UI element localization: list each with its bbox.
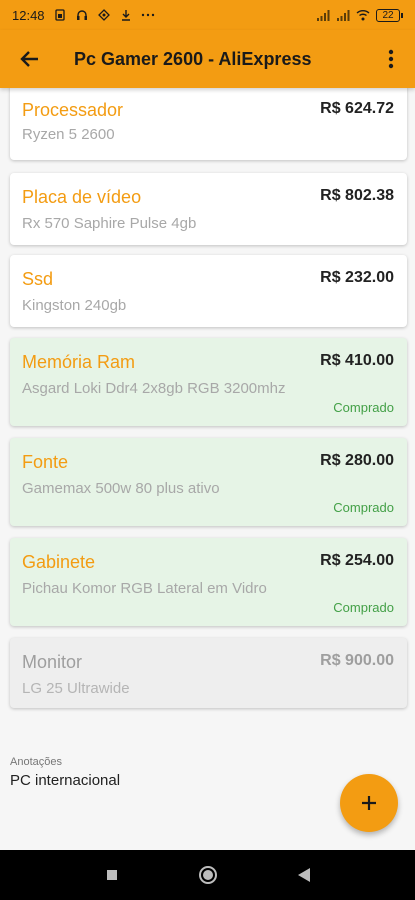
item-name: Placa de vídeo [22, 187, 142, 207]
item-price: R$ 900.00 [320, 652, 394, 669]
item-price: R$ 410.00 [320, 352, 394, 369]
status-bar: 12:48 22 [0, 0, 415, 30]
item-description: Kingston 240gb [22, 297, 127, 314]
home-circle-icon[interactable] [193, 860, 223, 890]
item-name: Memória Ram [22, 352, 136, 372]
item-description: Asgard Loki Ddr4 2x8gb RGB 3200mhz [22, 380, 286, 397]
item-price: R$ 232.00 [320, 269, 394, 286]
list-item-fonte[interactable]: Fonte R$ 280.00 Gamemax 500w 80 plus ati… [10, 438, 407, 526]
item-description: Pichau Komor RGB Lateral em Vidro [22, 580, 267, 597]
status-time: 12:48 [12, 7, 45, 23]
item-price: R$ 802.38 [320, 187, 394, 204]
recents-square-icon[interactable] [97, 860, 127, 890]
notes-value: PC internacional [10, 772, 121, 789]
signal-2-icon [336, 8, 350, 22]
item-name: Monitor [22, 652, 83, 672]
list-item-memoria-ram[interactable]: Memória Ram R$ 410.00 Asgard Loki Ddr4 2… [10, 338, 407, 426]
status-bar-right: 22 [316, 8, 403, 22]
more-dots-icon [141, 8, 155, 22]
item-price: R$ 254.00 [320, 552, 394, 569]
plus-icon [362, 796, 376, 810]
page-title: Pc Gamer 2600 - AliExpress [74, 48, 312, 69]
list-item-monitor[interactable]: Monitor R$ 900.00 LG 25 Ultrawide [10, 638, 407, 708]
overflow-menu-icon[interactable] [377, 45, 405, 73]
purchased-badge: Comprado [333, 600, 394, 615]
status-bar-left: 12:48 [12, 8, 155, 23]
notes-label: Anotações [10, 756, 62, 768]
signal-icon [316, 8, 330, 22]
sim-icon [53, 8, 67, 22]
back-triangle-icon[interactable] [289, 860, 319, 890]
battery-icon: 22 [376, 8, 403, 22]
system-nav-bar [0, 850, 415, 900]
add-item-button[interactable] [340, 774, 398, 832]
location-icon [97, 8, 111, 22]
item-name: Ssd [22, 269, 54, 289]
list-item-gabinete[interactable]: Gabinete R$ 254.00 Pichau Komor RGB Late… [10, 538, 407, 626]
item-description: Ryzen 5 2600 [22, 126, 115, 143]
headset-icon [75, 8, 89, 22]
app-bar: Pc Gamer 2600 - AliExpress [0, 30, 415, 88]
item-name: Processador [22, 100, 124, 120]
item-price: R$ 624.72 [320, 100, 394, 117]
purchased-badge: Comprado [333, 500, 394, 515]
item-price: R$ 280.00 [320, 452, 394, 469]
item-name: Gabinete [22, 552, 96, 572]
list-item-placa-de-video[interactable]: Placa de vídeo R$ 802.38 Rx 570 Saphire … [10, 173, 407, 245]
list-item-ssd[interactable]: Ssd R$ 232.00 Kingston 240gb [10, 255, 407, 327]
wifi-icon [356, 8, 370, 22]
item-description: Gamemax 500w 80 plus ativo [22, 480, 220, 497]
list-item-processador[interactable]: Processador R$ 624.72 Ryzen 5 2600 [10, 88, 407, 160]
item-description: Rx 570 Saphire Pulse 4gb [22, 215, 197, 232]
back-arrow-icon[interactable] [16, 45, 44, 73]
download-icon [119, 8, 133, 22]
item-description: LG 25 Ultrawide [22, 680, 130, 697]
purchased-badge: Comprado [333, 400, 394, 415]
battery-level: 22 [376, 8, 400, 22]
item-name: Fonte [22, 452, 69, 472]
item-list: Processador R$ 624.72 Ryzen 5 2600 Placa… [0, 88, 415, 850]
